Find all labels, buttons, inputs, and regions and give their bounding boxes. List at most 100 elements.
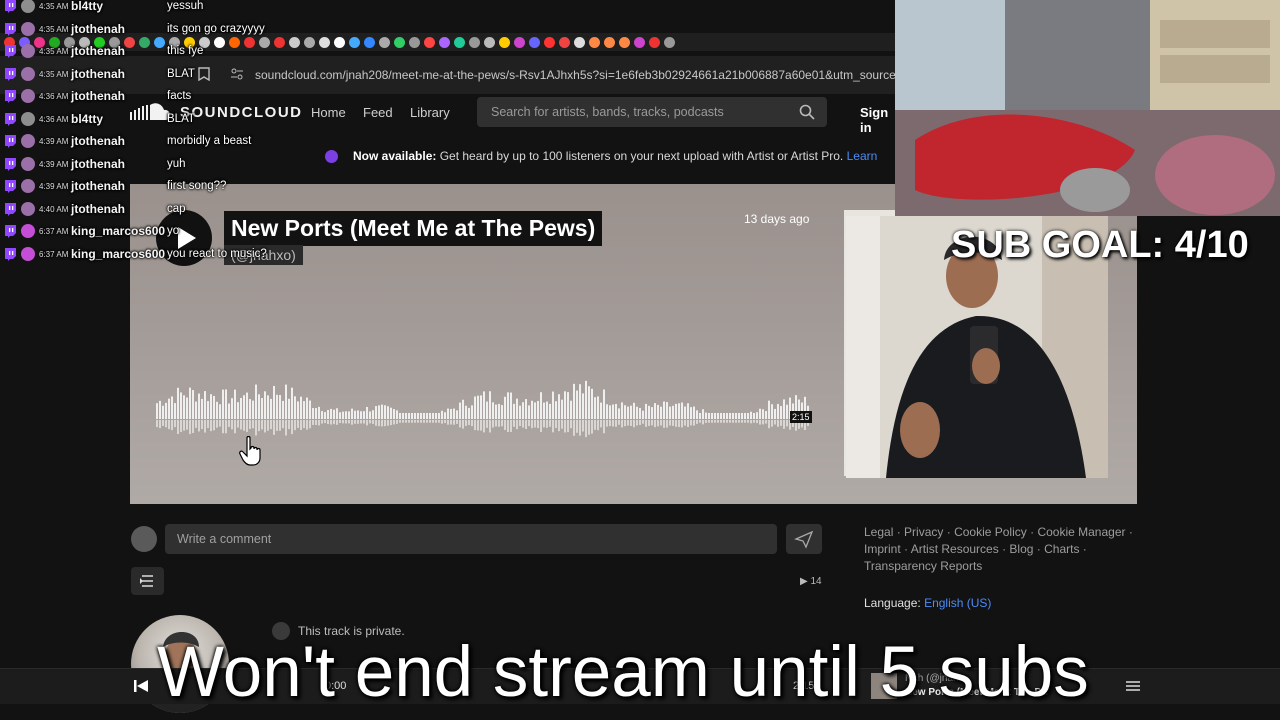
- bookmark-favicon-icon[interactable]: [469, 36, 480, 48]
- waveform-bar: [207, 401, 209, 419]
- footer-link[interactable]: Legal: [864, 525, 893, 539]
- waveform-reflection-bar: [771, 420, 773, 427]
- waveform-bar: [444, 412, 446, 419]
- bookmark-favicon-icon[interactable]: [424, 36, 435, 48]
- bookmark-favicon-icon[interactable]: [619, 36, 630, 48]
- twitch-icon: [5, 180, 16, 193]
- waveform-bar: [168, 398, 170, 419]
- waveform-bar: [738, 413, 740, 419]
- twitch-icon: [5, 112, 16, 126]
- waveform-reflection-bar: [207, 420, 209, 429]
- chat-avatar: [21, 156, 35, 171]
- waveform-reflection-bar: [228, 420, 230, 427]
- bookmark-favicon-icon[interactable]: [454, 36, 465, 48]
- prev-icon[interactable]: [133, 678, 149, 694]
- bookmark-favicon-icon[interactable]: [559, 36, 570, 48]
- nav-library[interactable]: Library: [410, 105, 450, 120]
- waveform-bar: [405, 413, 407, 419]
- search-input[interactable]: Search for artists, bands, tracks, podca…: [477, 97, 827, 127]
- waveform-bar: [243, 395, 245, 419]
- comment-input[interactable]: Write a comment: [165, 524, 777, 554]
- footer-link[interactable]: Cookie Policy: [954, 525, 1027, 539]
- bookmark-favicon-icon[interactable]: [484, 36, 495, 48]
- bookmark-favicon-icon[interactable]: [634, 36, 645, 48]
- footer-link[interactable]: Cookie Manager: [1037, 525, 1125, 539]
- waveform-bar: [339, 412, 341, 419]
- waveform-reflection-bar: [420, 420, 422, 423]
- waveform-bar: [393, 409, 395, 419]
- bookmark-favicon-icon[interactable]: [334, 36, 345, 48]
- bookmark-favicon-icon[interactable]: [529, 36, 540, 48]
- bookmark-favicon-icon[interactable]: [604, 36, 615, 48]
- send-comment-button[interactable]: [786, 524, 822, 554]
- language-value[interactable]: English (US): [924, 596, 991, 610]
- waveform-bar: [258, 394, 260, 419]
- waveform-reflection-bar: [765, 420, 767, 424]
- banner-learn-link[interactable]: Learn: [847, 149, 878, 163]
- footer-link[interactable]: Charts: [1044, 542, 1079, 556]
- waveform-bar: [630, 405, 632, 419]
- bookmark-favicon-icon[interactable]: [664, 36, 675, 48]
- waveform-reflection-bar: [738, 420, 740, 423]
- footer-link[interactable]: Transparency Reports: [864, 559, 982, 573]
- waveform-bar: [651, 407, 653, 419]
- waveform-bar: [543, 402, 545, 419]
- bookmark-favicon-icon[interactable]: [574, 36, 585, 48]
- footer-link[interactable]: Imprint: [864, 542, 901, 556]
- waveform-reflection-bar: [249, 420, 251, 429]
- waveform-bar: [162, 405, 164, 419]
- waveform-bar: [606, 404, 608, 419]
- chat-text: BLAT: [167, 112, 195, 125]
- footer-separator: ·: [943, 525, 955, 539]
- waveform-reflection-bar: [723, 420, 725, 423]
- waveform-reflection-bar: [354, 420, 356, 424]
- chat-time: 4:39 AM: [39, 182, 69, 191]
- waveform-bar: [534, 402, 536, 419]
- chat-message: 4:35 AM jtothenah its gon go crazyyyy: [0, 19, 330, 41]
- waveform-reflection-bar: [234, 420, 236, 434]
- bookmark-favicon-icon[interactable]: [439, 36, 450, 48]
- bookmark-favicon-icon[interactable]: [364, 36, 375, 48]
- bookmark-favicon-icon[interactable]: [544, 36, 555, 48]
- nav-feed[interactable]: Feed: [363, 105, 393, 120]
- bookmark-favicon-icon[interactable]: [499, 36, 510, 48]
- waveform-reflection-bar: [759, 420, 761, 425]
- waveform-reflection-bar: [348, 420, 350, 424]
- add-to-queue-button[interactable]: [131, 567, 164, 595]
- list-icon[interactable]: [1126, 680, 1140, 692]
- footer-link[interactable]: Blog: [1009, 542, 1033, 556]
- search-icon[interactable]: [799, 104, 815, 120]
- waveform-bar: [210, 394, 212, 419]
- waveform-bar: [402, 413, 404, 419]
- bookmark-favicon-icon[interactable]: [394, 36, 405, 48]
- waveform-reflection-bar: [522, 420, 524, 428]
- waveform-reflection-bar: [657, 420, 659, 427]
- waveform-bar: [375, 406, 377, 419]
- waveform-bar: [735, 413, 737, 419]
- waveform-bar: [474, 396, 476, 419]
- bookmark-favicon-icon[interactable]: [379, 36, 390, 48]
- bookmark-favicon-icon[interactable]: [409, 36, 420, 48]
- waveform-reflection-bar: [480, 420, 482, 431]
- waveform-bar: [603, 389, 605, 419]
- chat-avatar: [21, 66, 35, 81]
- sign-in-link[interactable]: Sign in: [860, 105, 895, 135]
- bookmark-favicon-icon[interactable]: [589, 36, 600, 48]
- waveform-bar: [318, 406, 320, 419]
- waveform-bar: [705, 412, 707, 419]
- waveform-bar: [783, 399, 785, 419]
- waveform-reflection-bar: [366, 420, 368, 426]
- waveform-bar: [627, 406, 629, 419]
- bookmark-favicon-icon[interactable]: [514, 36, 525, 48]
- waveform-reflection-bar: [465, 420, 467, 426]
- waveform-reflection-bar: [174, 420, 176, 428]
- waveform-reflection-bar: [435, 420, 437, 423]
- bookmark-favicon-icon[interactable]: [649, 36, 660, 48]
- bookmark-favicon-icon[interactable]: [349, 36, 360, 48]
- waveform-bar: [300, 396, 302, 419]
- footer-link[interactable]: Privacy: [904, 525, 943, 539]
- footer-link[interactable]: Artist Resources: [911, 542, 999, 556]
- waveform-bar: [480, 395, 482, 419]
- stream-goal-caption: Won't end stream until 5 subs: [157, 633, 1089, 712]
- url-text[interactable]: soundcloud.com/jnah208/meet-me-at-the-pe…: [255, 68, 921, 82]
